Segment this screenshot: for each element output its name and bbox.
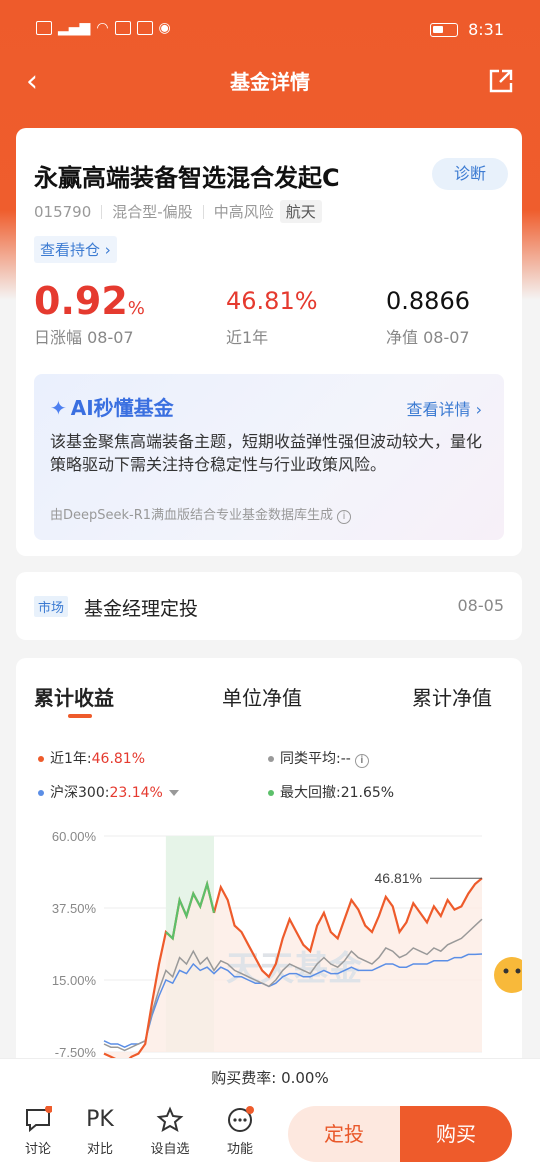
nav-label: 净值 08-07	[386, 328, 470, 347]
wifi-icon: ◠	[96, 20, 109, 36]
drawdown-dot-icon	[268, 790, 274, 796]
signal-icon: ▂▄▆	[58, 20, 91, 36]
buy-button[interactable]: 购买	[400, 1106, 512, 1162]
daily-change-label: 日涨幅 08-07	[34, 328, 134, 347]
year-return-stat: 46.81% 近1年	[226, 278, 318, 348]
pk-icon: PK	[86, 1107, 114, 1132]
chart-card: 累计收益 单位净值 累计净值 近1年:46.81% 同类平均:-- i 沪深300…	[16, 658, 522, 1078]
chart-tabs: 累计收益 单位净值 累计净值	[16, 678, 522, 718]
fund-meta: 015790 混合型-偏股 中高风险 航天	[34, 200, 322, 223]
tab-cumulative-nav[interactable]: 累计净值	[412, 682, 492, 711]
active-tab-indicator	[68, 714, 92, 718]
ai-more-link[interactable]: 查看详情 ›	[407, 396, 483, 420]
chat-icon	[26, 1106, 52, 1133]
legend-peer: 同类平均:-- i	[268, 748, 369, 768]
app-icon	[136, 21, 153, 35]
tab-cumulative-return[interactable]: 累计收益	[34, 682, 114, 711]
mascot-eye	[503, 968, 509, 974]
nav-bar: ‹ 基金详情	[0, 60, 540, 104]
fund-summary-card: 永赢高端装备智选混合发起C 诊断 015790 混合型-偏股 中高风险 航天 查…	[16, 128, 522, 556]
info-icon[interactable]: i	[337, 510, 352, 524]
y-tick-label: -7.50%	[55, 1045, 97, 1058]
info-icon[interactable]: i	[354, 754, 369, 768]
fund-type: 混合型-偏股	[112, 203, 193, 221]
return-chart[interactable]: 60.00% 37.50% 15.00% -7.50% 天天基金 46.81%	[16, 818, 522, 1058]
mail-icon	[114, 21, 131, 35]
market-title: 基金经理定投	[84, 598, 199, 620]
status-icons: ▂▄▆ ◠ ◉	[36, 20, 171, 36]
sparkle-icon: ✦	[50, 396, 67, 420]
daily-change-unit: %	[127, 298, 145, 319]
ai-footer: 由DeepSeek-R1满血版结合专业基金数据库生成 i	[50, 504, 352, 524]
watermark: 天天基金	[226, 949, 363, 989]
y-tick-label: 15.00%	[52, 973, 97, 988]
diagnose-button[interactable]: 诊断	[432, 158, 508, 190]
battery-icon	[430, 22, 459, 37]
share-icon[interactable]	[488, 68, 514, 94]
tab-unit-nav[interactable]: 单位净值	[222, 682, 302, 711]
legend-drawdown: 最大回撤:21.65%	[268, 782, 394, 802]
mascot-icon	[494, 957, 522, 993]
market-tag: 市场	[34, 596, 69, 617]
peer-dot-icon	[268, 756, 274, 762]
market-date: 08-05	[457, 596, 505, 615]
more-icon	[228, 1106, 254, 1132]
page-title: 基金详情	[230, 70, 310, 94]
wechat-icon: ◉	[158, 20, 171, 36]
fund-theme-tag[interactable]: 航天	[279, 200, 322, 223]
ai-summary-text: 该基金聚焦高端装备主题，短期收益弹性强但波动较大，量化策略驱动下需关注持仓稳定性…	[50, 432, 483, 474]
y-tick-label: 37.50%	[52, 901, 97, 916]
year-return-label: 近1年	[226, 328, 269, 347]
daily-change-value: 0.92	[34, 279, 128, 323]
status-time: 8:31	[468, 20, 504, 39]
status-bar: ▂▄▆ ◠ ◉ 8:31	[0, 0, 540, 60]
fund-name: 永赢高端装备智选混合发起C	[34, 164, 340, 192]
chevron-down-icon[interactable]	[168, 790, 179, 796]
market-card[interactable]: 市场 基金经理定投 08-05	[16, 572, 522, 640]
nav-value: 0.8866	[386, 287, 470, 315]
view-holdings-link[interactable]: 查看持仓 ›	[34, 236, 117, 263]
hd-icon	[36, 21, 52, 35]
end-value-label: 46.81%	[375, 870, 422, 886]
nav-stat: 0.8866 净值 08-07	[386, 278, 470, 348]
fee-bar: 购买费率: 0.00%	[0, 1058, 540, 1096]
year-return-value: 46.81%	[226, 287, 318, 315]
discuss-button[interactable]: 讨论	[8, 1106, 68, 1157]
daily-change-stat: 0.92% 日涨幅 08-07	[34, 278, 145, 348]
legend-index[interactable]: 沪深300:23.14%	[38, 782, 179, 802]
index-dot-icon	[38, 790, 44, 796]
bottom-action-bar: 讨论 PK 对比 设自选 功能 定投 购买	[0, 1096, 540, 1170]
fund-risk: 中高风险	[213, 203, 274, 221]
auto-invest-button[interactable]: 定投	[288, 1106, 400, 1162]
mascot-eye	[515, 968, 521, 974]
add-watchlist-button[interactable]: 设自选	[140, 1106, 200, 1157]
legend-fund: 近1年:46.81%	[38, 748, 145, 768]
ai-title: ✦ AI秒懂基金	[50, 396, 174, 420]
functions-button[interactable]: 功能	[210, 1106, 270, 1157]
y-tick-label: 60.00%	[52, 829, 97, 844]
star-plus-icon	[156, 1106, 184, 1133]
compare-button[interactable]: PK 对比	[70, 1106, 130, 1157]
fund-code: 015790	[34, 202, 92, 221]
fund-dot-icon	[38, 756, 44, 762]
ai-summary-box[interactable]: ✦ AI秒懂基金 查看详情 › 该基金聚焦高端装备主题，短期收益弹性强但波动较大，…	[34, 374, 504, 540]
